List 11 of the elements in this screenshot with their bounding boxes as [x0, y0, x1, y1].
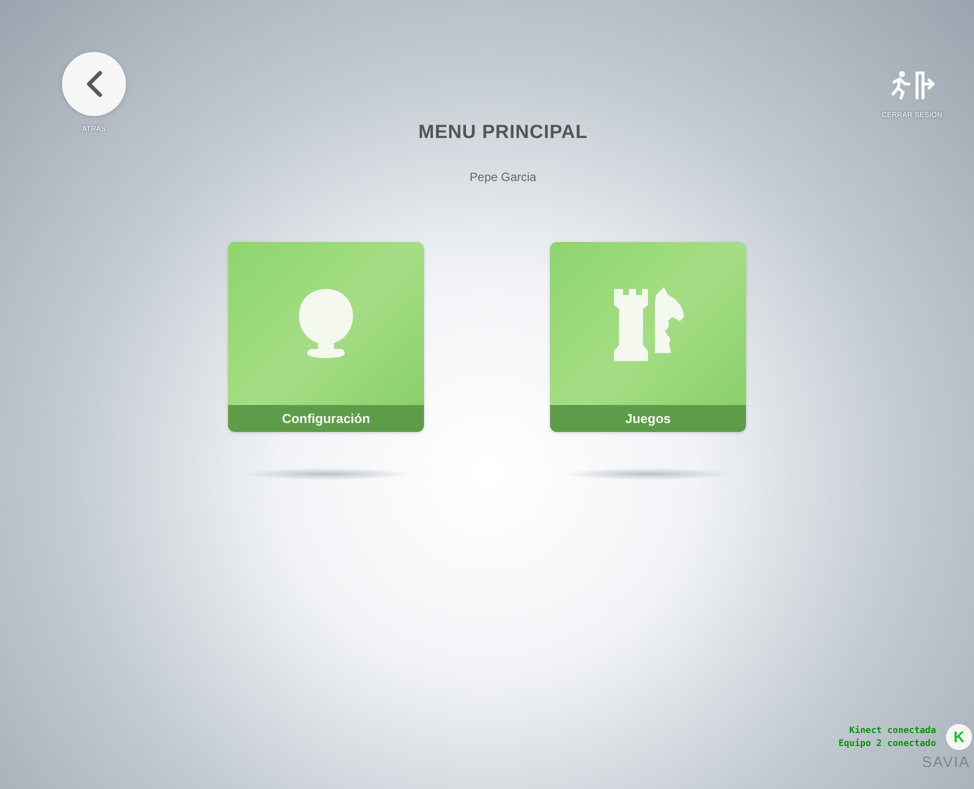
status-text: Equipo 2 conectado	[838, 738, 936, 748]
menu-tile[interactable]: Juegos	[550, 242, 746, 432]
head-silhouette-icon	[296, 286, 356, 360]
page-title: MENU PRINCIPAL	[418, 122, 588, 144]
back-button[interactable]	[62, 52, 126, 116]
menu-tile[interactable]: Configuración	[228, 242, 424, 432]
status-text: Kinect conectada	[849, 726, 936, 736]
kinect-badge: K	[946, 724, 972, 750]
user-name: Pepe Garcia	[470, 170, 536, 184]
app-logo: SAVIA	[922, 754, 971, 771]
back-chevron-icon	[85, 70, 103, 98]
